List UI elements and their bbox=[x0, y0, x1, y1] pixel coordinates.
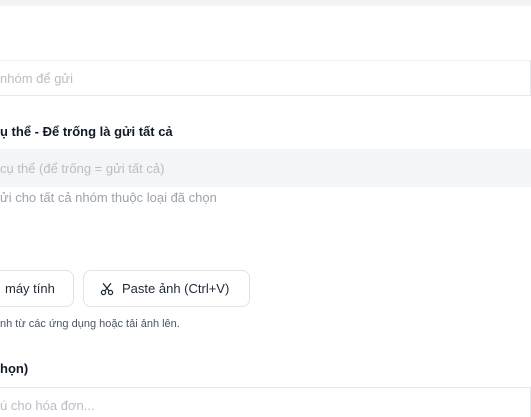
scissors-icon bbox=[100, 282, 114, 295]
paste-image-button[interactable]: Paste ảnh (Ctrl+V) bbox=[83, 270, 250, 307]
specific-group-label: ụ thể - Để trống là gửi tất cả bbox=[0, 124, 173, 139]
image-upload-hint: nh từ các ứng dụng hoặc tải ảnh lên. bbox=[0, 318, 180, 330]
note-label: họn) bbox=[0, 361, 29, 376]
group-select-placeholder: nhóm để gửi bbox=[0, 71, 74, 86]
upload-from-computer-button[interactable]: máy tính bbox=[0, 270, 74, 307]
paste-image-label: Paste ảnh (Ctrl+V) bbox=[122, 281, 230, 296]
note-textarea[interactable]: ú cho hóa đơn... bbox=[0, 387, 531, 417]
group-select-field[interactable]: nhóm để gửi bbox=[0, 60, 531, 96]
top-divider bbox=[0, 0, 531, 6]
note-placeholder: ú cho hóa đơn... bbox=[0, 398, 95, 413]
specific-group-hint: ửi cho tất cả nhóm thuộc loại đã chọn bbox=[0, 190, 217, 205]
specific-group-placeholder: cụ thể (để trống = gửi tất cả) bbox=[0, 161, 165, 176]
upload-from-computer-label: máy tính bbox=[5, 281, 55, 296]
specific-group-input[interactable]: cụ thể (để trống = gửi tất cả) bbox=[0, 149, 531, 187]
